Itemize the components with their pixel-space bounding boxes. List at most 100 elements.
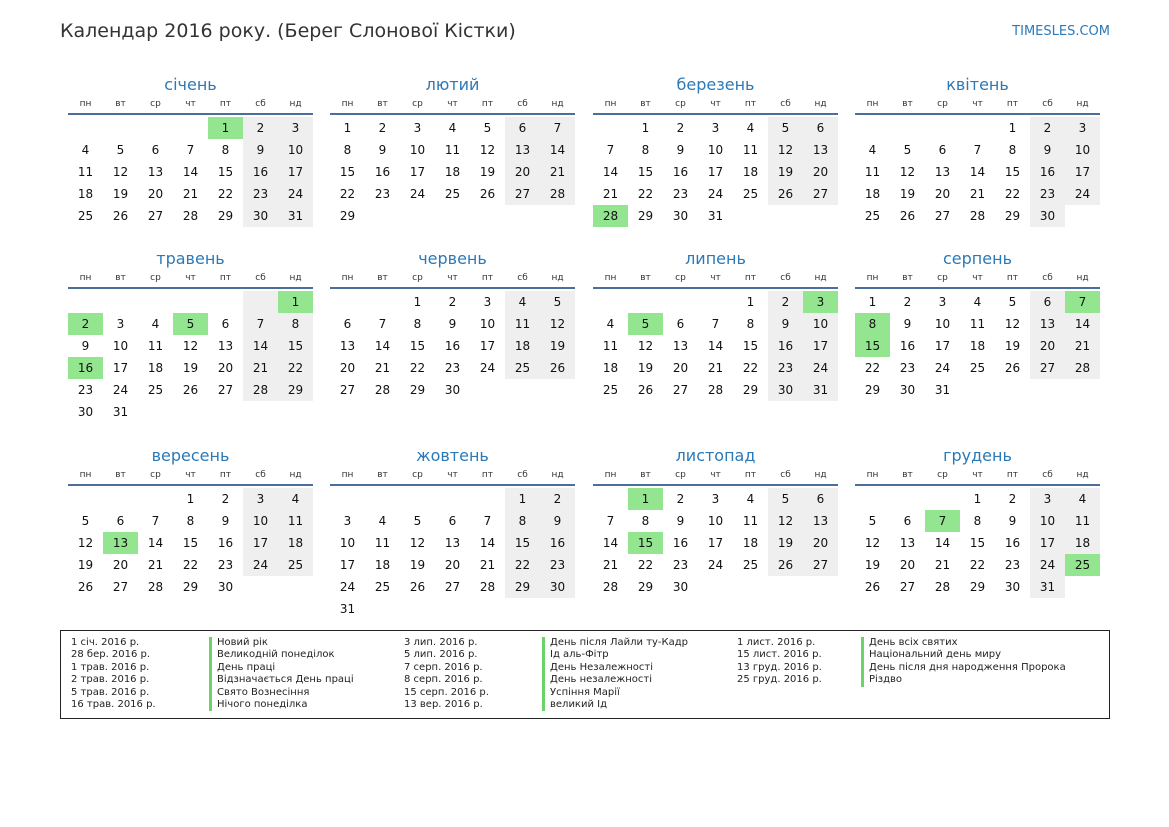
day-cell: 30 (1004, 580, 1021, 594)
day-cell: 10 (243, 510, 278, 532)
day-cell: 27 (1030, 357, 1065, 379)
day-cell: 9 (221, 514, 230, 528)
day-cell: 27 (112, 580, 129, 594)
week-row: 26 27 28 29 30 (68, 576, 313, 598)
day-cell: 14 (602, 536, 619, 550)
weekday-header: пн вт ср чт пт сб нд (593, 468, 838, 482)
empty-day-cell (208, 291, 243, 313)
day-cell: 10 (803, 313, 838, 335)
day-cell: 21 (707, 361, 724, 375)
day-cell: 14 (540, 139, 575, 161)
week-row: 14 15 16 17 18 19 20 (593, 532, 838, 554)
month-name: травень (156, 249, 225, 268)
day-cell: 25 (742, 558, 759, 572)
week-row: 19 20 21 22 23 24 25 (855, 554, 1100, 576)
day-cell: 6 (803, 488, 838, 510)
day-cell: 9 (676, 514, 685, 528)
day-cell: 18 (602, 361, 619, 375)
day-cell: 17 (112, 361, 129, 375)
legend-date: 2 трав. 2016 р. (71, 674, 150, 686)
legend-holiday-name: Свято Вознесіння (209, 686, 354, 699)
day-cell: 3 (803, 291, 838, 313)
day-cell: 29 (182, 580, 199, 594)
weekday-label: нд (814, 273, 827, 283)
day-cell: 23 (899, 361, 916, 375)
day-cell: 10 (339, 536, 356, 550)
day-cell: 8 (746, 317, 755, 331)
day-cell: 5 (768, 117, 803, 139)
day-cell: 22 (637, 558, 654, 572)
day-cell: 28 (540, 183, 575, 205)
day-cell: 31 (278, 205, 313, 227)
day-cell: 25 (602, 383, 619, 397)
day-cell: 19 (182, 361, 199, 375)
day-cell: 16 (672, 165, 689, 179)
weekday-label: вт (377, 99, 388, 109)
day-cell: 27 (217, 383, 234, 397)
day-cell: 4 (1065, 488, 1100, 510)
day-cell: 23 (77, 383, 94, 397)
day-cell: 6 (343, 317, 352, 331)
week-row: 31 (330, 598, 575, 620)
weekday-label: пн (866, 273, 879, 283)
empty-day-cell (470, 205, 505, 227)
day-cell: 24 (707, 187, 724, 201)
empty-day-cell (768, 576, 803, 598)
day-cell: 6 (938, 143, 947, 157)
weekday-label: пн (79, 99, 92, 109)
day-cell: 25 (505, 357, 540, 379)
weekday-label: нд (289, 273, 302, 283)
empty-day-cell (138, 291, 173, 313)
day-cell: 14 (969, 165, 986, 179)
week-row: 19 20 21 22 23 24 25 (68, 554, 313, 576)
day-cell: 29 (742, 383, 759, 397)
empty-day-cell (855, 488, 890, 510)
empty-day-cell (138, 488, 173, 510)
day-cell: 3 (1030, 488, 1065, 510)
day-cell: 17 (278, 161, 313, 183)
week-row: 8 9 10 11 12 13 14 (855, 313, 1100, 335)
site-link[interactable]: TIMESLES.COM (1012, 24, 1110, 39)
legend-holiday-name: День праці (209, 661, 354, 675)
weekday-label: чт (972, 273, 983, 283)
day-cell: 3 (938, 295, 947, 309)
month-name: квітень (946, 75, 1009, 94)
day-cell: 16 (444, 339, 461, 353)
weekday-label: чт (447, 470, 458, 480)
weekday-header: пн вт ср чт пт сб нд (593, 97, 838, 111)
day-cell: 24 (278, 183, 313, 205)
day-cell: 19 (637, 361, 654, 375)
day-cell: 9 (1008, 514, 1017, 528)
day-cell: 31 (934, 383, 951, 397)
day-cell: 5 (628, 313, 663, 335)
week-row: 1 234 (855, 488, 1100, 510)
week-row: 7 8 9 10 11 12 13 (593, 510, 838, 532)
day-cell: 2 (540, 488, 575, 510)
weekday-label: вт (115, 470, 126, 480)
day-cell: 13 (339, 339, 356, 353)
week-row: 21 22 23 24 25 26 27 (593, 183, 838, 205)
month-rule (593, 287, 838, 289)
day-cell: 12 (112, 165, 129, 179)
day-cell: 4 (278, 488, 313, 510)
day-cell: 21 (182, 187, 199, 201)
month-2: лютий пн вт ср чт пт сб нд 1 2 3 4 5 6 7 8 9 10 11 12 13 14 15… (330, 74, 575, 227)
weekday-label: ср (150, 273, 161, 283)
empty-day-cell (173, 117, 208, 139)
day-cell: 13 (444, 536, 461, 550)
empty-day-cell (243, 401, 278, 423)
day-cell: 19 (899, 187, 916, 201)
day-cell: 5 (868, 514, 877, 528)
day-cell: 25 (444, 187, 461, 201)
day-cell: 22 (1004, 187, 1021, 201)
legend-names-column: День після Лайли ту-Кадр Ід аль-Фітр День … (542, 637, 688, 712)
day-cell: 7 (606, 143, 615, 157)
weekday-label: сб (255, 99, 266, 109)
day-cell: 3 (243, 488, 278, 510)
day-cell: 20 (505, 161, 540, 183)
day-cell: 14 (243, 335, 278, 357)
month-10: жовтень пн вт ср чт пт сб нд 1 2 3 4 5 6 7 8 9 10 11 12 13 14… (330, 445, 575, 620)
empty-day-cell (138, 401, 173, 423)
day-cell: 17 (707, 536, 724, 550)
empty-day-cell (890, 488, 925, 510)
